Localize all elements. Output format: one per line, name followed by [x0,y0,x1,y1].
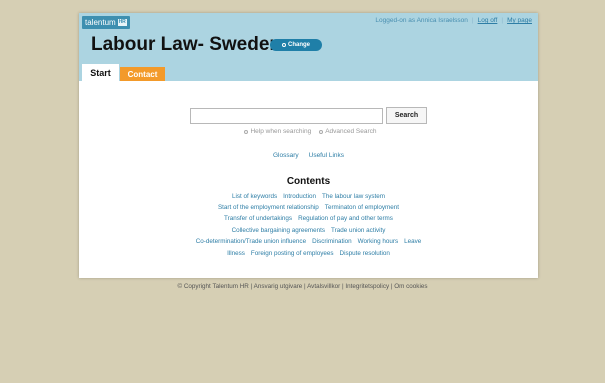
page-title: Labour Law- Sweden [91,34,282,55]
advanced-search-option[interactable]: Advanced Search [319,128,377,135]
contents-link[interactable]: Discrimination [312,238,352,245]
contents-row: Illness Foreign posting of employees Dis… [79,250,538,257]
contents-link[interactable]: Collective bargaining agreements [232,227,325,234]
terms-link[interactable]: Avtalsvillkor [307,283,340,290]
contents-link[interactable]: The labour law system [322,193,385,200]
responsible-link[interactable]: Ansvarig utgivare [254,283,303,290]
logout-link[interactable]: Log off [478,17,498,24]
header: talentum HR Logged-on as Annica Israelss… [79,13,538,81]
contents-row: Collective bargaining agreements Trade u… [79,227,538,234]
glossary-link[interactable]: Glossary [273,152,299,159]
search-button[interactable]: Search [386,107,427,124]
quick-links: Glossary Useful Links [79,152,538,159]
separator: | [501,17,504,24]
circle-icon [281,43,286,47]
radio-icon [244,129,249,134]
contents-link[interactable]: Foreign posting of employees [251,250,334,257]
contents-row: Start of the employment relationship Ter… [79,204,538,211]
change-label: Change [287,42,310,48]
contents-link[interactable]: Dispute resolution [340,250,390,257]
contents-link[interactable]: Trade union activity [331,227,385,234]
separator: | [471,17,474,24]
change-button[interactable]: Change [270,39,322,51]
help-searching-label: Help when searching [250,128,312,135]
useful-links-link[interactable]: Useful Links [309,152,344,159]
radio-icon [319,129,324,134]
contents-link[interactable]: List of keywords [232,193,277,200]
contents-link[interactable]: Start of the employment relationship [218,204,319,211]
contents-row: List of keywords Introduction The labour… [79,193,538,200]
contents-link[interactable]: Leave [404,238,421,245]
contents-title: Contents [286,176,331,187]
contents-link[interactable]: Transfer of undertakings [224,215,292,222]
tab-start[interactable]: Start [82,64,119,81]
search-options: Help when searching Advanced Search [190,128,431,135]
footer: © Copyright Talentum HR | Ansvarig utgiv… [177,283,428,290]
logged-on-text: Logged-on as Annica Israelsson [375,17,468,24]
contents-link[interactable]: Co-determination/Trade union influence [196,238,306,245]
cookies-link[interactable]: Om cookies [394,283,427,290]
contents-link[interactable]: Illness [227,250,245,257]
copyright-text: © Copyright Talentum HR [177,283,249,290]
logo-text: talentum [85,18,116,27]
user-links: Logged-on as Annica Israelsson | Log off… [375,17,532,24]
advanced-search-label: Advanced Search [325,128,377,135]
contents-row: Co-determination/Trade union influence D… [79,238,538,245]
tab-contact[interactable]: Contact [120,67,165,81]
search-input[interactable] [190,108,383,124]
contents-link[interactable]: Regulation of pay and other terms [298,215,393,222]
logo-badge: HR [117,19,127,26]
privacy-link[interactable]: Integritetspolicy [345,283,389,290]
help-searching-option[interactable]: Help when searching [244,128,311,135]
talentum-logo[interactable]: talentum HR [82,16,130,29]
contents-row: Transfer of undertakings Regulation of p… [79,215,538,222]
my-page-link[interactable]: My page [507,17,532,24]
contents-link[interactable]: Introduction [283,193,316,200]
contents-link[interactable]: Working hours [358,238,398,245]
page-container: talentum HR Logged-on as Annica Israelss… [79,13,538,278]
contents-link[interactable]: Terminaton of employment [325,204,399,211]
